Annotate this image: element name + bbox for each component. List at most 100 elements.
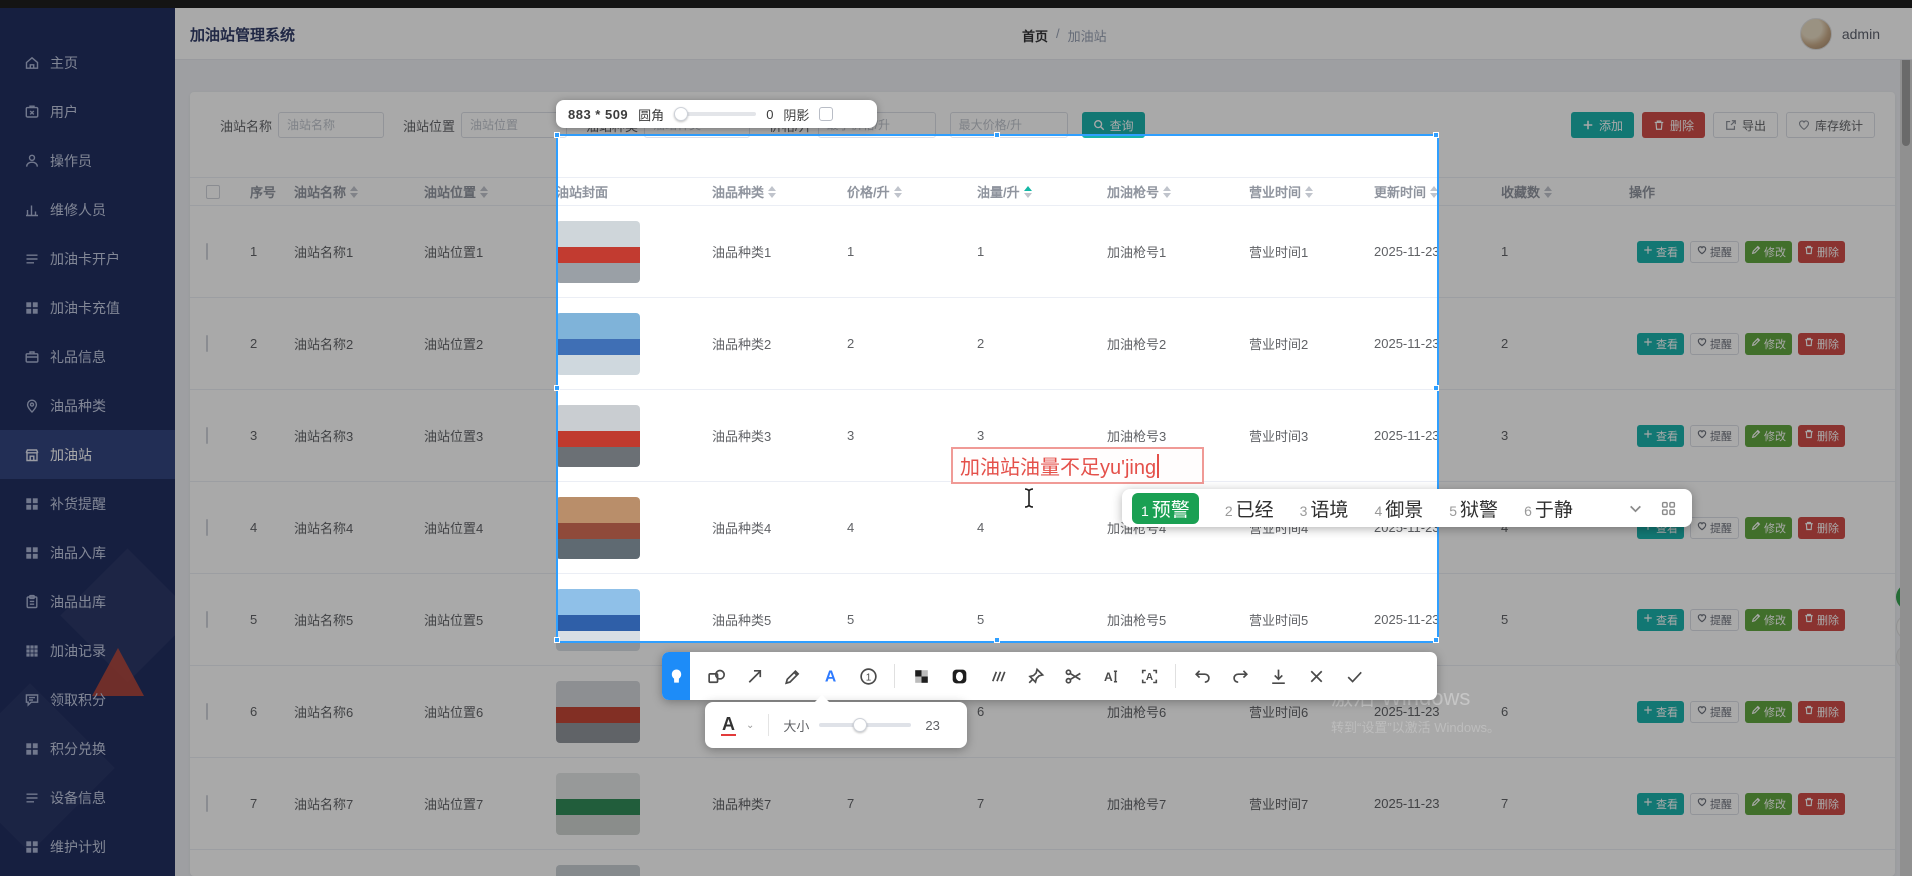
view-button[interactable]: 查看	[1637, 333, 1684, 355]
view-button[interactable]: 查看	[1637, 425, 1684, 447]
edit-button[interactable]: 修改	[1745, 793, 1792, 815]
undo-tool-icon[interactable]	[1190, 664, 1214, 688]
strokes-tool-icon[interactable]	[985, 664, 1009, 688]
edit-button[interactable]: 修改	[1745, 425, 1792, 447]
selection-handle[interactable]	[994, 132, 1000, 138]
arrow-tool-icon[interactable]	[742, 664, 766, 688]
remind-button[interactable]: 提醒	[1690, 793, 1739, 815]
row-checkbox[interactable]	[206, 703, 208, 720]
ocr-tool-icon[interactable]: A	[1137, 664, 1161, 688]
sidebar-item-操作员[interactable]: 操作员	[0, 136, 175, 185]
row-select[interactable]	[190, 244, 236, 259]
ime-candidate-狱警[interactable]: 5狱警	[1449, 495, 1498, 522]
sidebar-item-补货提醒[interactable]: 补货提醒	[0, 479, 175, 528]
capture-selection[interactable]	[556, 134, 1439, 643]
blur-tool-icon[interactable]	[947, 664, 971, 688]
delete-row-button[interactable]: 删除	[1798, 425, 1845, 447]
chevron-down-icon[interactable]	[1628, 501, 1643, 516]
redo-tool-icon[interactable]	[1228, 664, 1252, 688]
view-button[interactable]: 查看	[1637, 793, 1684, 815]
chevron-down-icon[interactable]: ⌄	[746, 720, 754, 731]
ime-candidate-语境[interactable]: 3语境	[1300, 495, 1349, 522]
selection-handle[interactable]	[554, 385, 560, 391]
delete-row-button[interactable]: 删除	[1798, 609, 1845, 631]
font-size-knob[interactable]	[853, 718, 867, 732]
close-tool-icon[interactable]	[1304, 664, 1328, 688]
sidebar-item-加油记录[interactable]: 加油记录	[0, 626, 175, 675]
delete-button[interactable]: 删除	[1642, 112, 1705, 138]
sort-carets[interactable]	[480, 186, 488, 198]
sidebar-item-主页[interactable]: 主页	[0, 38, 175, 87]
delete-row-button[interactable]: 删除	[1798, 333, 1845, 355]
pin-tool-icon[interactable]	[1023, 664, 1047, 688]
row-checkbox[interactable]	[206, 243, 208, 260]
row-checkbox[interactable]	[206, 427, 208, 444]
text-tool-icon[interactable]: A	[818, 664, 842, 688]
delete-row-button[interactable]: 删除	[1798, 701, 1845, 723]
avatar[interactable]	[1800, 18, 1832, 50]
row-select[interactable]	[190, 612, 236, 627]
column-header-油站名称[interactable]: 油站名称	[280, 182, 410, 201]
selection-handle[interactable]	[1433, 637, 1439, 643]
text-annotation-box[interactable]: 加油站油量不足yu'jing	[951, 447, 1204, 484]
view-button[interactable]: 查看	[1637, 241, 1684, 263]
remind-button[interactable]: 提醒	[1690, 517, 1739, 539]
view-button[interactable]: 查看	[1637, 609, 1684, 631]
tool-logo-tab[interactable]	[662, 652, 690, 700]
text-cursor-tool-icon[interactable]: A	[1099, 664, 1123, 688]
edit-button[interactable]: 修改	[1745, 517, 1792, 539]
sidebar-item-加油卡开户[interactable]: 加油卡开户	[0, 234, 175, 283]
remind-button[interactable]: 提醒	[1690, 701, 1739, 723]
selection-handle[interactable]	[554, 637, 560, 643]
shadow-checkbox[interactable]	[819, 107, 833, 121]
ime-candidate-于静[interactable]: 6于静	[1524, 495, 1573, 522]
font-color-button[interactable]: A	[721, 714, 736, 736]
delete-row-button[interactable]: 删除	[1798, 517, 1845, 539]
stock-stats-button[interactable]: 库存统计	[1786, 112, 1875, 138]
row-select[interactable]	[190, 336, 236, 351]
selection-handle[interactable]	[994, 637, 1000, 643]
remind-button[interactable]: 提醒	[1690, 241, 1739, 263]
row-checkbox[interactable]	[206, 519, 208, 536]
radius-slider-knob[interactable]	[674, 107, 688, 121]
row-select[interactable]	[190, 428, 236, 443]
ime-candidate-预警[interactable]: 1预警	[1132, 493, 1199, 524]
view-button[interactable]: 查看	[1637, 701, 1684, 723]
select-all-checkbox[interactable]	[206, 185, 220, 199]
export-button[interactable]: 导出	[1713, 112, 1778, 138]
sidebar-item-用户[interactable]: 用户	[0, 87, 175, 136]
edit-button[interactable]: 修改	[1745, 333, 1792, 355]
row-checkbox[interactable]	[206, 795, 208, 812]
mosaic-tool-icon[interactable]	[909, 664, 933, 688]
add-button[interactable]: 添加	[1571, 112, 1634, 138]
delete-row-button[interactable]: 删除	[1798, 793, 1845, 815]
scissors-tool-icon[interactable]	[1061, 664, 1085, 688]
row-select[interactable]	[190, 520, 236, 535]
sidebar-item-维护计划[interactable]: 维护计划	[0, 822, 175, 871]
breadcrumb-home[interactable]: 首页	[1022, 26, 1048, 45]
remind-button[interactable]: 提醒	[1690, 425, 1739, 447]
selection-handle[interactable]	[554, 132, 560, 138]
scrollbar[interactable]: ▲	[1900, 8, 1912, 876]
radius-slider[interactable]	[674, 112, 756, 116]
remind-button[interactable]: 提醒	[1690, 609, 1739, 631]
sidebar-item-油品入库[interactable]: 油品入库	[0, 528, 175, 577]
column-header-收藏数[interactable]: 收藏数	[1487, 182, 1615, 201]
sidebar-item-维修人员[interactable]: 维修人员	[0, 185, 175, 234]
delete-row-button[interactable]: 删除	[1798, 241, 1845, 263]
sidebar-item-领取积分[interactable]: 领取积分	[0, 675, 175, 724]
row-select[interactable]	[190, 796, 236, 811]
filter-name-input[interactable]	[278, 112, 384, 138]
sidebar-item-油品种类[interactable]: 油品种类	[0, 381, 175, 430]
sidebar-item-礼品信息[interactable]: 礼品信息	[0, 332, 175, 381]
shapes-tool-icon[interactable]	[704, 664, 728, 688]
column-header-油站位置[interactable]: 油站位置	[410, 182, 542, 201]
row-checkbox[interactable]	[206, 611, 208, 628]
sidebar-item-加油站[interactable]: 加油站	[0, 430, 175, 479]
sidebar-item-积分兑换[interactable]: 积分兑换	[0, 724, 175, 773]
ime-candidate-御景[interactable]: 4御景	[1374, 495, 1423, 522]
confirm-tool-icon[interactable]	[1342, 664, 1366, 688]
selection-handle[interactable]	[1433, 385, 1439, 391]
row-select[interactable]	[190, 704, 236, 719]
number-tool-icon[interactable]: 1	[856, 664, 880, 688]
